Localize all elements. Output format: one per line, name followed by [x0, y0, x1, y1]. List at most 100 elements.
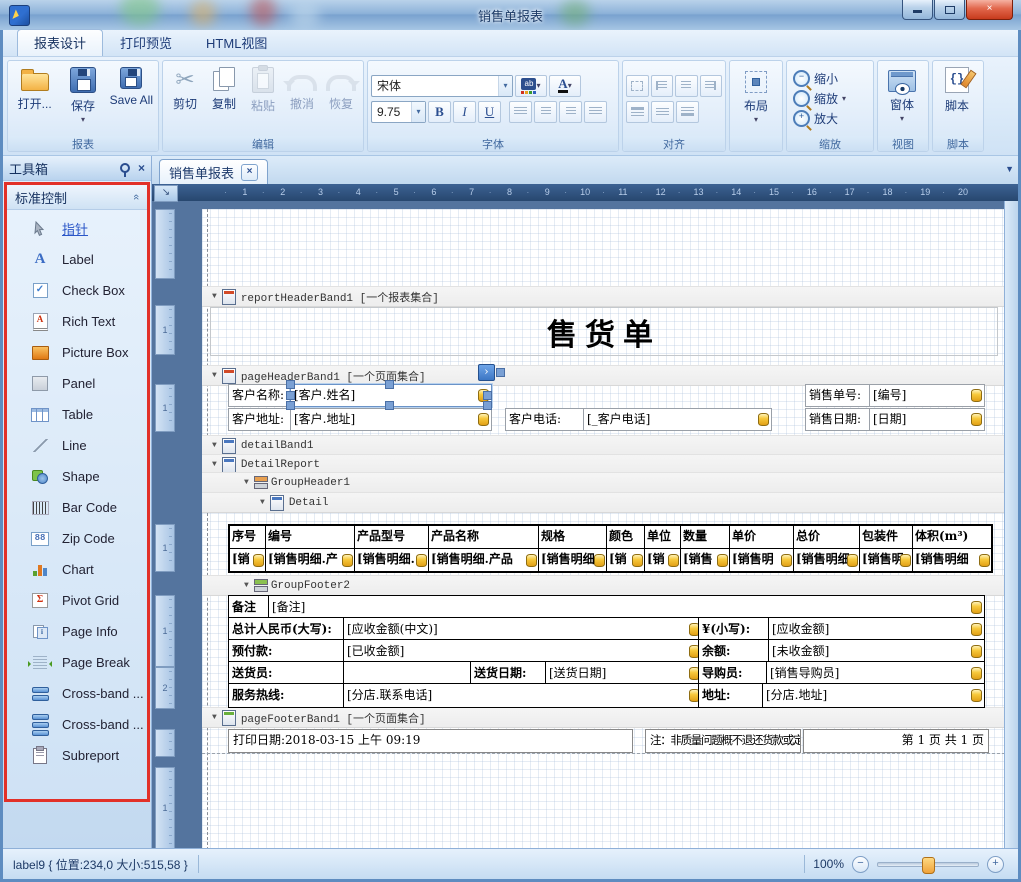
bold-button[interactable]: B [428, 101, 451, 123]
toolbox-item-panel[interactable]: Panel [7, 368, 147, 399]
table-data-cell[interactable]: [销售 [681, 549, 729, 571]
table-header-cell[interactable]: 单位 [645, 526, 680, 548]
toolbox-item-pagebreak[interactable]: Page Break [7, 647, 147, 678]
align-center-button[interactable] [534, 101, 557, 123]
smart-tag-button[interactable]: › [478, 364, 495, 381]
table-data-cell[interactable]: [销 [607, 549, 644, 571]
table-data-cell[interactable]: [销售明细.产 [266, 549, 354, 571]
toolbox-item-chart[interactable]: Chart [7, 554, 147, 585]
table-data-cell[interactable]: [销售明细 [913, 549, 991, 571]
toolbox-section-header[interactable]: 标准控制 « [7, 185, 147, 210]
font-name-combo[interactable]: 宋体▾ [371, 75, 513, 97]
detail-table[interactable]: 序号 编号 产品型号 产品名称 规格 颜色 单位 数量 单价 总价 包装件 体积… [228, 524, 993, 573]
band-report-header[interactable]: ▼reportHeaderBand1 [一个报表集合] [202, 286, 1005, 307]
design-canvas[interactable]: 1 1 1 1 2 1 ▼reportHeaderBand1 [一个报表集合] … [152, 201, 1018, 848]
selection-handle[interactable] [286, 380, 295, 389]
table-header-cell[interactable]: 产品名称 [429, 526, 538, 548]
toolbox-item-picturebox[interactable]: Picture Box [7, 337, 147, 368]
font-color-button[interactable]: A▾ [549, 75, 581, 97]
align-justify-button[interactable] [584, 101, 607, 123]
selection-handle[interactable] [483, 401, 492, 410]
band-collapse-icon[interactable]: ▼ [212, 441, 217, 450]
zoom-slider-thumb[interactable] [922, 857, 935, 874]
report-page[interactable]: ▼reportHeaderBand1 [一个报表集合] ▼pageHeaderB… [202, 209, 1005, 848]
form-view-button[interactable]: 窗体▾ [881, 63, 923, 134]
undo-button[interactable]: 撤消 [283, 63, 321, 134]
toolbox-close-icon[interactable]: × [138, 161, 145, 175]
maximize-button[interactable] [934, 0, 965, 20]
band-detail[interactable]: ▼Detail [202, 492, 1005, 513]
document-tab-close-icon[interactable]: × [241, 164, 258, 181]
ruler-corner-button[interactable]: ↘ [154, 185, 178, 202]
align-bottoms-button[interactable] [676, 101, 699, 123]
toolbox-item-richtext[interactable]: ARich Text [7, 306, 147, 337]
toolbox-item-pageinfo[interactable]: iPage Info [7, 616, 147, 647]
toolbox-item-line[interactable]: Line [7, 430, 147, 461]
italic-button[interactable]: I [453, 101, 476, 123]
hotline-label[interactable]: 服务热线: [228, 683, 348, 708]
align-centers-button[interactable] [675, 75, 698, 97]
band-page-header[interactable]: ▼pageHeaderBand1 [一个页面集合] [202, 365, 1005, 386]
customer-phone-field[interactable]: [_客户电话] [583, 408, 772, 431]
band-collapse-icon[interactable]: ▼ [244, 581, 249, 590]
page-number-label[interactable]: 第 1 页 共 1 页 [803, 729, 989, 753]
table-data-cell[interactable]: [销售明 [860, 549, 912, 571]
table-data-cell[interactable]: [销售明 [730, 549, 793, 571]
open-button[interactable]: 打开... [11, 63, 58, 134]
tab-html-view[interactable]: HTML视图 [189, 29, 284, 56]
address-field[interactable]: [分店.地址] [762, 683, 985, 708]
zoom-out-slider-button[interactable]: − [852, 856, 869, 873]
toolbox-item-subreport[interactable]: Subreport [7, 740, 147, 771]
table-data-cell[interactable]: [销 [645, 549, 680, 571]
print-date-label[interactable]: 打印日期:2018-03-15 上午 09:19 [228, 729, 633, 753]
selection-handle[interactable] [385, 380, 394, 389]
selection-handle[interactable] [483, 391, 492, 400]
toolbox-item-pivotgrid[interactable]: ΣPivot Grid [7, 585, 147, 616]
band-page-footer[interactable]: ▼pageFooterBand1 [一个页面集合] [202, 707, 1005, 728]
table-header-cell[interactable]: 规格 [539, 526, 606, 548]
toolbox-item-table[interactable]: Table [7, 399, 147, 430]
table-data-cell[interactable]: [销售明细.产品 [429, 549, 538, 571]
script-button[interactable]: {}脚本 [936, 63, 978, 134]
band-group-footer[interactable]: ▼GroupFooter2 [202, 575, 1005, 596]
pin-icon[interactable] [120, 163, 130, 173]
cut-button[interactable]: ✂剪切 [166, 63, 204, 134]
highlight-color-button[interactable]: ab▾ [515, 75, 547, 97]
align-lefts-button[interactable] [651, 75, 674, 97]
toolbox-item-pointer[interactable]: 指针 [7, 213, 147, 244]
band-collapse-icon[interactable]: ▼ [212, 371, 217, 380]
table-header-cell[interactable]: 单价 [730, 526, 793, 548]
fit-bounds-button[interactable] [626, 75, 649, 97]
table-data-cell[interactable]: [销售明细. [355, 549, 428, 571]
titlebar[interactable]: 销售单报表 × [0, 0, 1021, 30]
table-data-cell[interactable]: [销售明细 [539, 549, 606, 571]
redo-button[interactable]: 恢复 [322, 63, 360, 134]
align-tops-button[interactable] [626, 101, 649, 123]
table-header-cell[interactable]: 包装件 [860, 526, 912, 548]
band-detail-band[interactable]: ▼detailBand1 [202, 435, 1005, 456]
table-header-cell[interactable]: 序号 [230, 526, 265, 548]
customer-addr-field[interactable]: [客户.地址] [290, 408, 492, 431]
layout-button[interactable]: 布局▾ [733, 63, 779, 134]
toolbox-item-crossband-line[interactable]: Cross-band ... [7, 678, 147, 709]
table-header-cell[interactable]: 颜色 [607, 526, 644, 548]
zoom-in-slider-button[interactable]: + [987, 856, 1004, 873]
note-label[interactable]: 注：非质量问题概不退还货款或定金 [645, 729, 801, 753]
paste-button[interactable]: 粘贴 [244, 63, 282, 134]
align-middles-button[interactable] [651, 101, 674, 123]
toolbox-item-barcode[interactable]: Bar Code [7, 492, 147, 523]
table-data-cell[interactable]: [销售明细 [794, 549, 859, 571]
chevron-down-icon[interactable]: ▾ [498, 76, 512, 96]
tab-report-design[interactable]: 报表设计 [17, 29, 103, 56]
band-collapse-icon[interactable]: ▼ [212, 292, 217, 301]
save-button[interactable]: 保存▾ [59, 63, 106, 134]
customer-addr-label[interactable]: 客户地址: [228, 408, 295, 431]
tab-print-preview[interactable]: 打印预览 [103, 29, 189, 56]
chevron-down-icon[interactable]: ▾ [411, 102, 425, 122]
report-title-label[interactable]: 售货单 [210, 307, 998, 356]
toolbox-item-zipcode[interactable]: 88Zip Code [7, 523, 147, 554]
order-date-field[interactable]: [日期] [869, 408, 985, 431]
zoom-slider-track[interactable] [877, 862, 979, 867]
zoom-in-button[interactable]: +放大 [790, 109, 870, 128]
zoom-menu-button[interactable]: 缩放▾ [790, 89, 870, 108]
